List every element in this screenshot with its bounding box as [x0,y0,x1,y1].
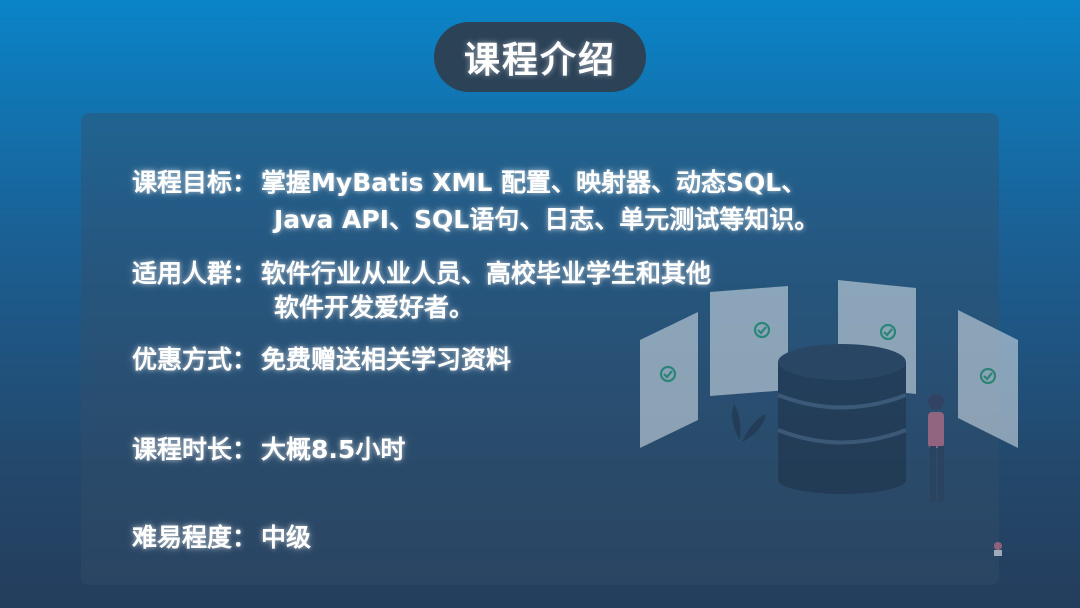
audience-row: 适用人群： 软件行业从业人员、高校毕业学生和其他 [132,256,711,292]
audience-label: 适用人群 [132,259,233,288]
check-card-midleft [710,286,788,396]
duration-colon: ： [232,435,258,464]
goal-value-line1: 掌握MyBatis XML 配置、映射器、动态SQL、 [261,168,807,197]
audience-value-line2: 软件开发爱好者。 [274,293,475,322]
difficulty-label: 难易程度 [132,523,233,552]
difficulty-colon: ： [232,523,258,552]
goal-row: 课程目标： 掌握MyBatis XML 配置、映射器、动态SQL、 [132,165,806,201]
difficulty-value: 中级 [261,523,312,552]
offer-row: 优惠方式： 免费赠送相关学习资料 [132,342,511,378]
title-pill: 课程介绍 [434,22,646,92]
offer-label: 优惠方式 [132,345,233,374]
database-server-icon [777,344,907,494]
goal-colon: ： [232,168,258,197]
plant-icon [732,404,766,442]
audience-colon: ： [232,259,258,288]
database-illustration [640,280,1018,556]
duration-label: 课程时长 [132,435,233,464]
duration-row: 课程时长： 大概8.5小时 [132,432,405,468]
flower-icon [994,542,1002,556]
person-figure [928,394,944,502]
goal-value-line2: Java API、SQL语句、日志、单元测试等知识。 [274,205,820,234]
duration-value: 大概8.5小时 [261,435,406,464]
offer-value: 免费赠送相关学习资料 [261,345,512,374]
offer-colon: ： [232,345,258,374]
page-title: 课程介绍 [463,40,616,81]
goal-label: 课程目标 [132,168,233,197]
audience-value-line1: 软件行业从业人员、高校毕业学生和其他 [261,259,712,288]
difficulty-row: 难易程度： 中级 [132,520,311,556]
